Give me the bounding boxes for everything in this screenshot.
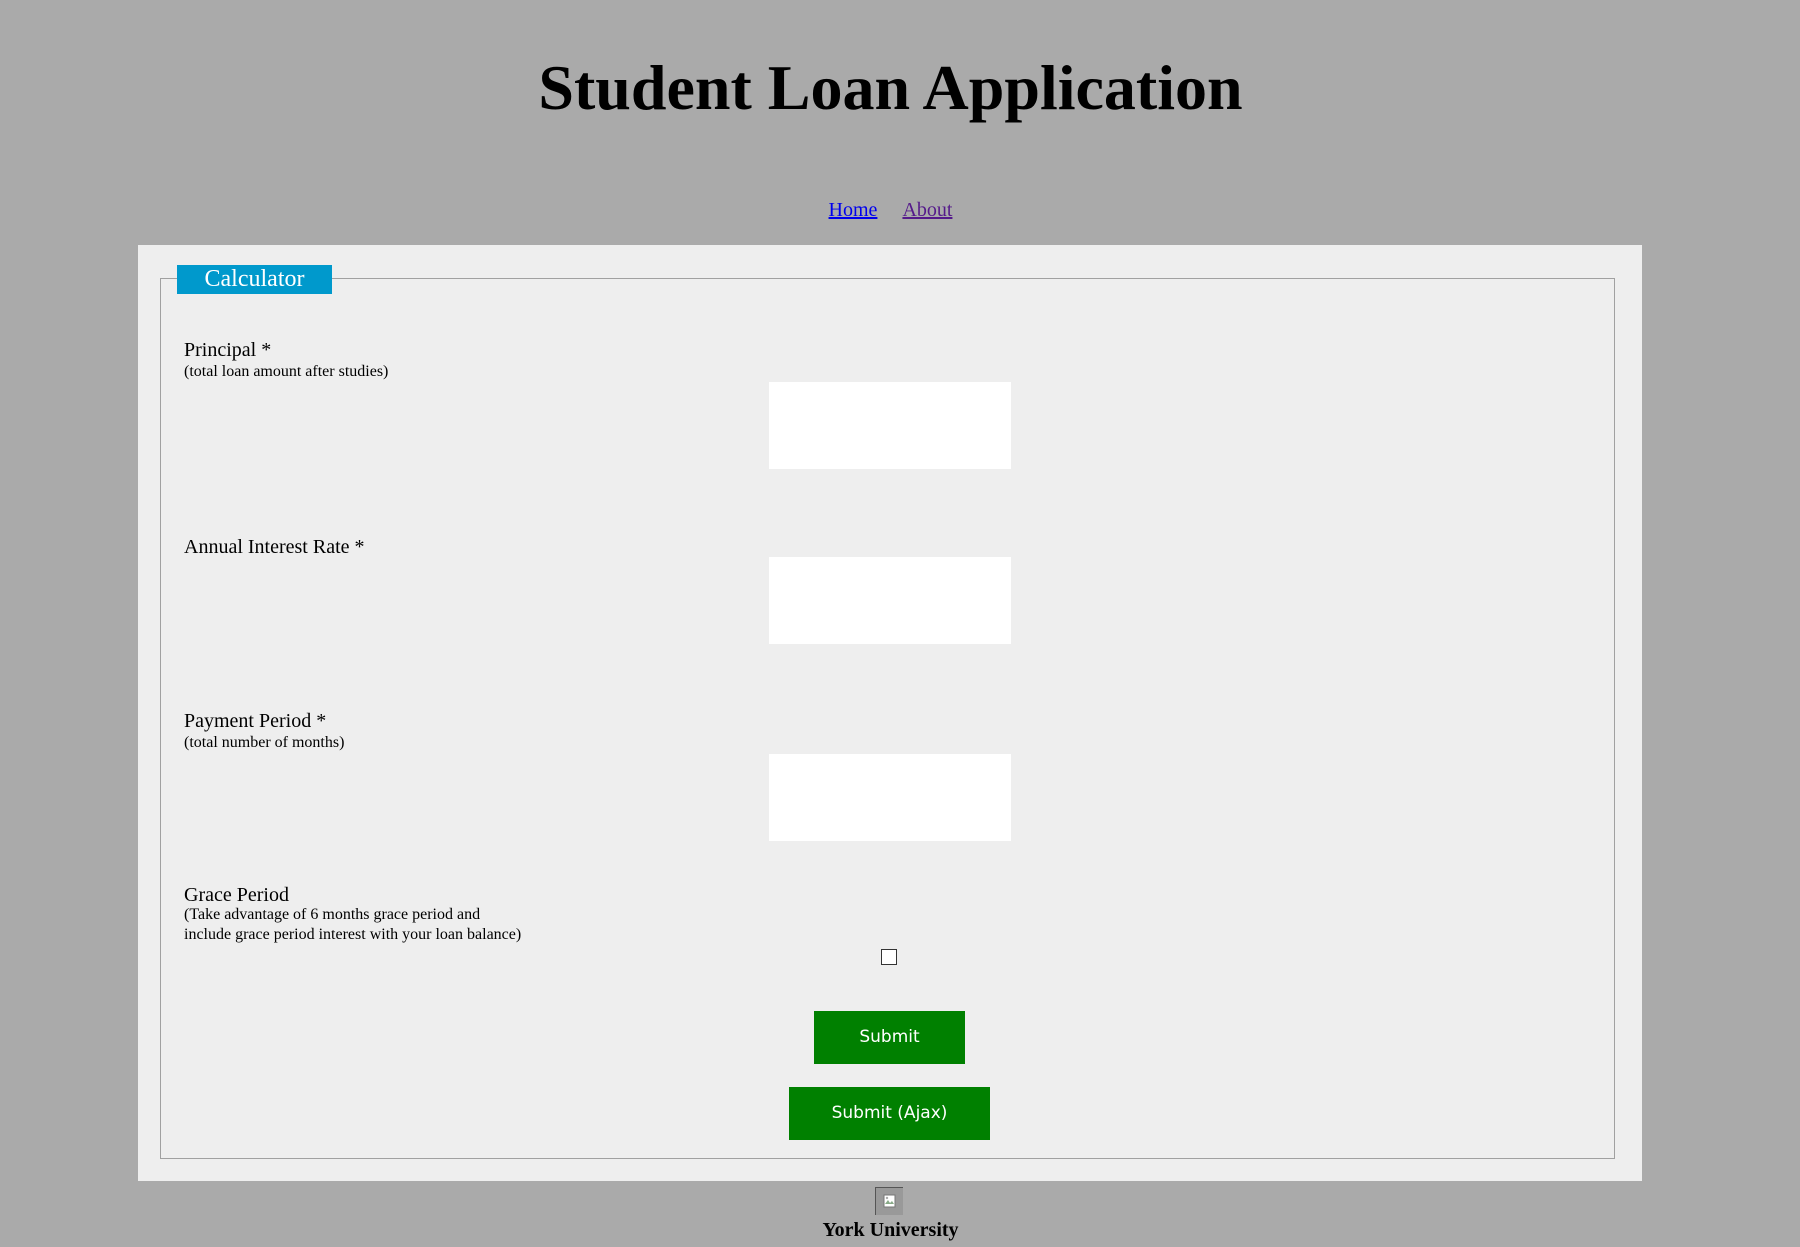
submit-ajax-button[interactable]: Submit (Ajax)	[789, 1087, 990, 1140]
grace-period-checkbox[interactable]	[881, 949, 897, 965]
nav-link-home[interactable]: Home	[829, 199, 878, 221]
nav-link-about[interactable]: About	[902, 199, 952, 221]
submit-button[interactable]: Submit	[814, 1011, 965, 1064]
payment-period-label: Payment Period *	[184, 710, 327, 732]
payment-period-hint: (total number of months)	[184, 734, 345, 751]
interest-rate-label: Annual Interest Rate *	[184, 536, 365, 558]
calculator-panel: Calculator Principal * (total loan amoun…	[138, 245, 1642, 1181]
interest-rate-input[interactable]	[769, 557, 1011, 644]
grace-period-hint-line1: (Take advantage of 6 months grace period…	[184, 906, 481, 923]
nav-bar: Home About	[0, 197, 1781, 223]
principal-hint: (total loan amount after studies)	[184, 363, 389, 380]
principal-label: Principal *	[184, 339, 272, 361]
payment-period-input[interactable]	[769, 754, 1011, 841]
footer-university-name: York University	[822, 1219, 959, 1241]
calculator-legend: Calculator	[177, 265, 332, 294]
principal-input[interactable]	[769, 382, 1011, 469]
page-title: Student Loan Application	[538, 52, 1243, 123]
grace-period-label: Grace Period	[184, 884, 289, 906]
grace-period-hint-line2: include grace period interest with your …	[184, 926, 522, 943]
broken-image-icon	[875, 1187, 903, 1215]
